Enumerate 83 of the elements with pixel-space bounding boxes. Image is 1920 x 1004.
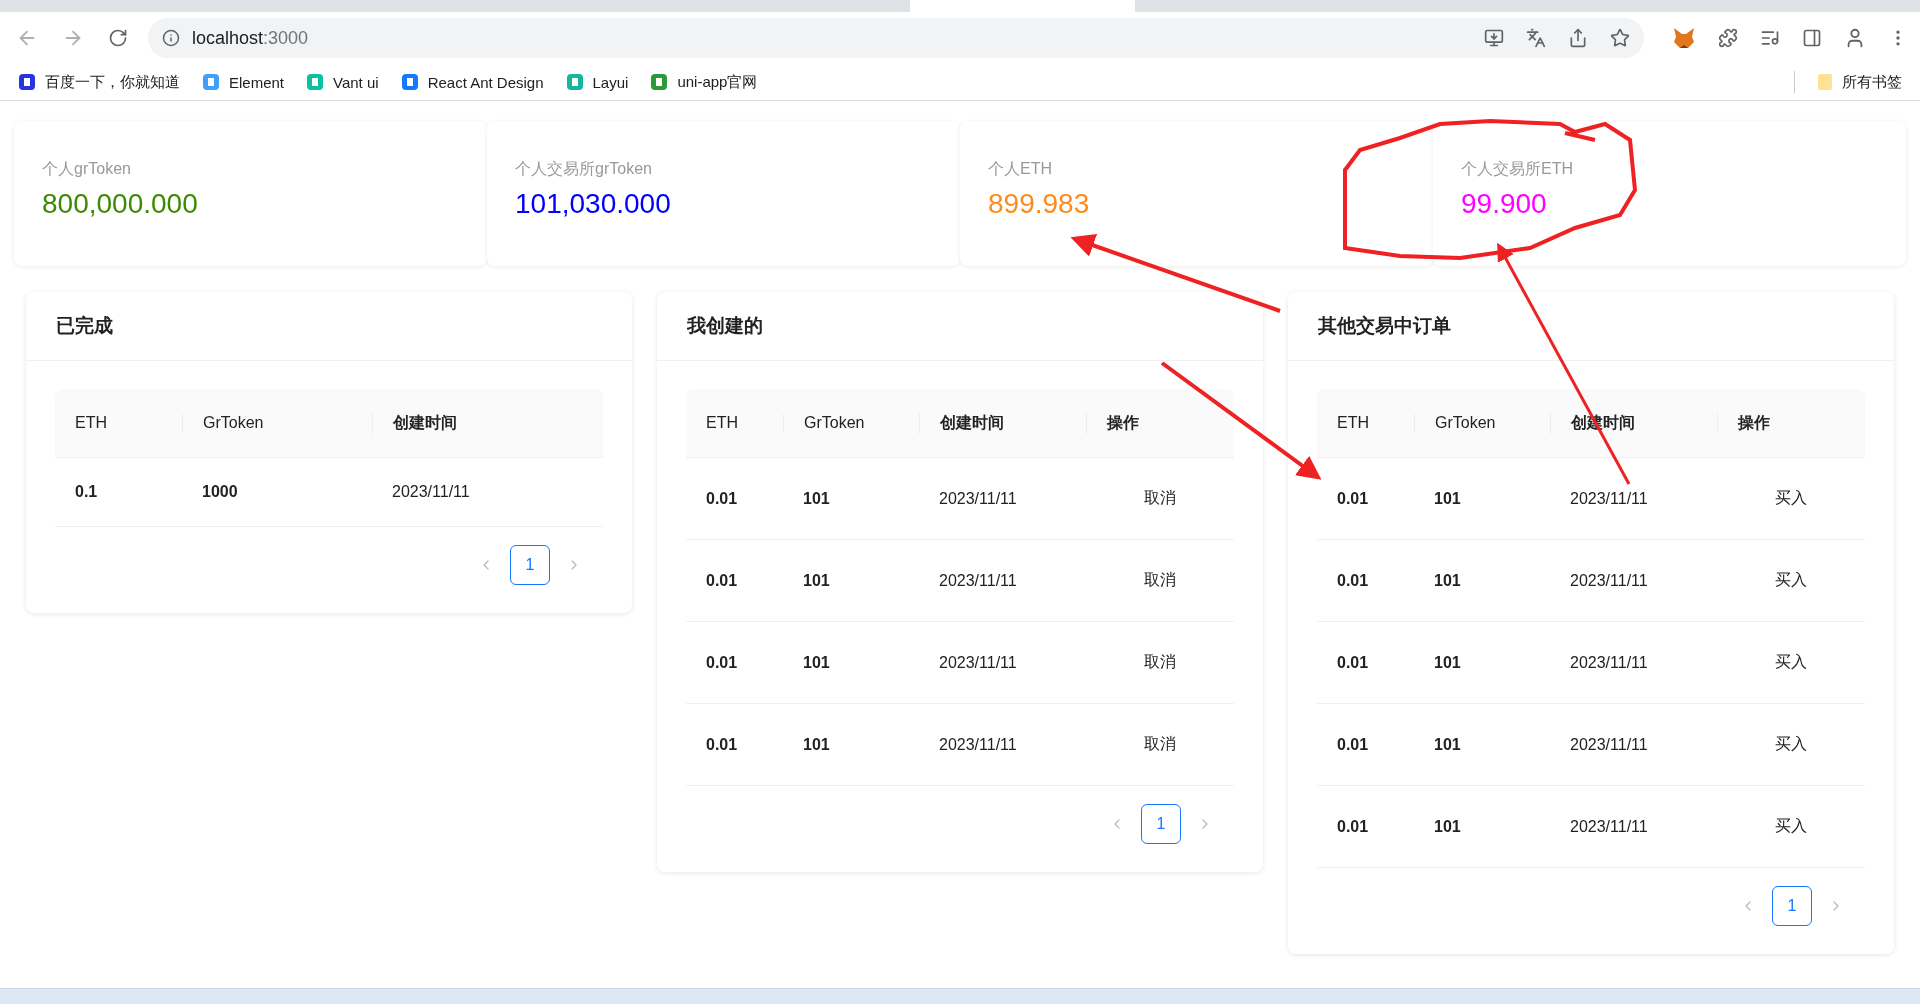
address-bar[interactable]: localhost:3000 (148, 18, 1644, 58)
table-cell-text: 2023/11/11 (938, 489, 1018, 508)
page-button[interactable]: 1 (1772, 886, 1812, 926)
column-header: GrToken (1414, 414, 1550, 432)
action-link[interactable]: 取消 (1144, 735, 1176, 752)
action-link[interactable]: 买入 (1775, 653, 1807, 670)
column-header: GrToken (783, 414, 919, 432)
action-link[interactable]: 取消 (1144, 489, 1176, 506)
column-header: 操作 (1086, 412, 1234, 434)
page-button[interactable]: 1 (1141, 804, 1181, 844)
table-cell-text: 2023/11/11 (938, 653, 1018, 672)
table-cell-text: 101 (1433, 653, 1462, 672)
stat-label: 个人交易所ETH (1461, 159, 1574, 179)
bookmark[interactable]: Element (202, 73, 285, 91)
install-icon[interactable] (1484, 28, 1504, 48)
action-link[interactable]: 买入 (1775, 735, 1807, 752)
bookmark[interactable]: 百度一下，你就知道 (18, 72, 180, 92)
stat-value: 800,000.000 (42, 188, 199, 220)
stat-value: 99.900 (1461, 188, 1548, 220)
info-icon[interactable] (162, 29, 180, 47)
table-cell-text: 101 (802, 489, 831, 508)
table-cell-text: 101 (1433, 571, 1462, 590)
table-cell-text: 101 (1433, 735, 1462, 754)
table-cell-text: 101 (802, 653, 831, 672)
table-cell-text: 2023/11/11 (938, 735, 1018, 754)
bookmark[interactable]: Layui (565, 73, 629, 91)
table-cell-text: 0.01 (1336, 653, 1370, 672)
side-panel-icon[interactable] (1802, 28, 1822, 48)
column-header: ETH (705, 414, 739, 432)
share-icon[interactable] (1568, 28, 1588, 48)
star-icon[interactable] (1610, 28, 1630, 48)
table-cell-text: 2023/11/11 (1569, 735, 1649, 754)
stat-value: 101,030.000 (515, 188, 672, 220)
puzzle-icon[interactable] (1718, 28, 1738, 48)
folder-icon (1817, 73, 1833, 91)
all-bookmarks[interactable]: 所有书签 (1817, 72, 1902, 92)
table-cell-text: 0.1 (74, 483, 99, 501)
table-cell-text: 2023/11/11 (1569, 489, 1649, 508)
table-cell-text: 0.01 (705, 653, 739, 672)
table-cell-text: 0.01 (1336, 489, 1370, 508)
table-cell-text: 0.01 (1336, 735, 1370, 754)
card-title: 我创建的 (687, 314, 763, 338)
action-link[interactable]: 买入 (1775, 817, 1807, 834)
table-cell-text: 2023/11/11 (1569, 653, 1649, 672)
reload-icon[interactable] (108, 28, 128, 48)
stat-label: 个人ETH (988, 159, 1053, 179)
table-cell-text: 101 (802, 571, 831, 590)
table-cell-text: 1000 (201, 483, 239, 501)
table-cell-text: 2023/11/11 (391, 483, 471, 501)
column-header: ETH (74, 414, 108, 432)
bookmark[interactable]: uni-app官网 (650, 72, 758, 92)
action-link[interactable]: 取消 (1144, 653, 1176, 670)
column-header: 创建时间 (372, 412, 603, 434)
bookmark[interactable]: Vant ui (306, 73, 379, 91)
action-link[interactable]: 买入 (1775, 489, 1807, 506)
playlist-icon[interactable] (1760, 28, 1780, 48)
table-cell-text: 0.01 (705, 571, 739, 590)
table-cell-text: 101 (1433, 817, 1462, 836)
action-link[interactable]: 买入 (1775, 571, 1807, 588)
page-button[interactable]: 1 (510, 545, 550, 585)
table-cell-text: 0.01 (1336, 571, 1370, 590)
table-cell-text: 2023/11/11 (938, 571, 1018, 590)
stat-label: 个人交易所grToken (515, 159, 653, 179)
table-cell-text: 0.01 (1336, 817, 1370, 836)
table-cell-text: 2023/11/11 (1569, 571, 1649, 590)
table-cell-text: 0.01 (705, 735, 739, 754)
stat-value: 899.983 (988, 188, 1091, 220)
translate-icon[interactable] (1526, 28, 1546, 48)
stat-label: 个人grToken (42, 159, 132, 179)
fox-icon[interactable] (1672, 27, 1696, 49)
action-link[interactable]: 取消 (1144, 571, 1176, 588)
column-header: GrToken (182, 414, 372, 432)
table-cell-text: 2023/11/11 (1569, 817, 1649, 836)
url-text: localhost:3000 (192, 27, 309, 49)
table-cell-text: 0.01 (705, 489, 739, 508)
column-header: 操作 (1717, 412, 1865, 434)
card-title: 其他交易中订单 (1318, 314, 1451, 338)
column-header: ETH (1336, 414, 1370, 432)
bookmark[interactable]: React Ant Design (400, 73, 544, 91)
table-cell-text: 101 (1433, 489, 1462, 508)
card-title: 已完成 (56, 314, 113, 338)
table-cell-text: 101 (802, 735, 831, 754)
column-header: 创建时间 (919, 412, 1086, 434)
